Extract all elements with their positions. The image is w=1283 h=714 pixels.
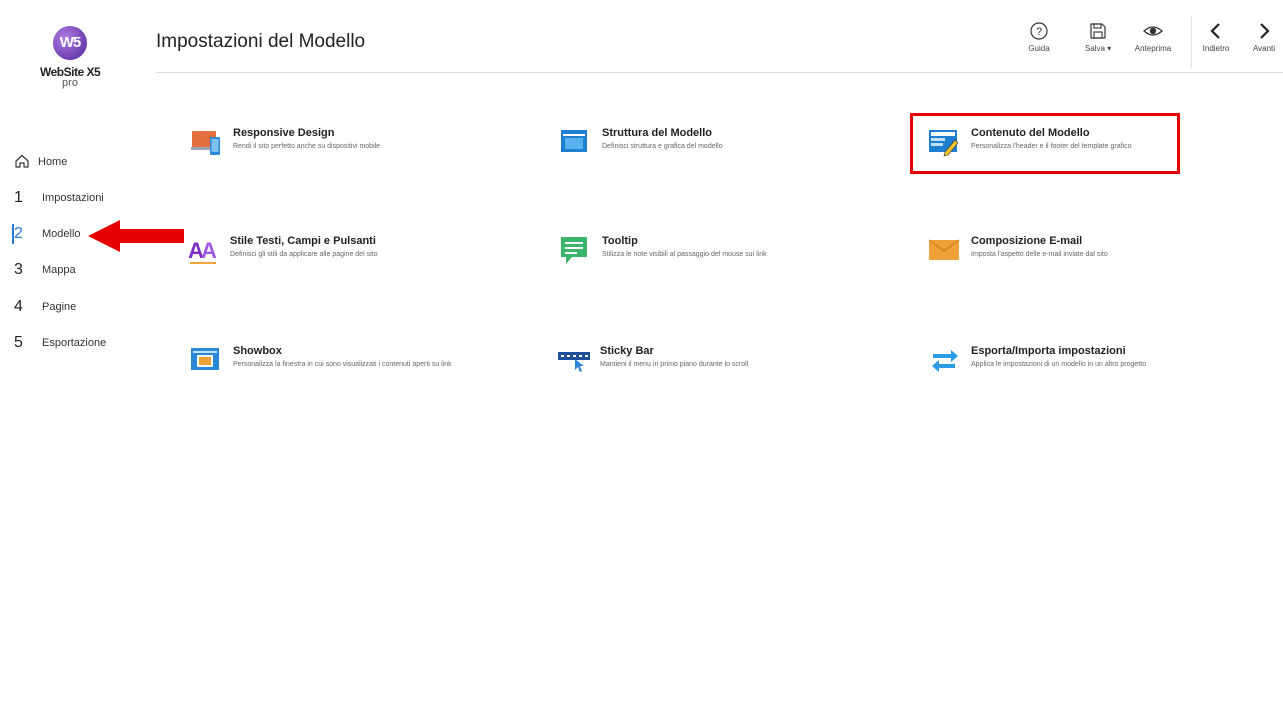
- item-tooltip[interactable]: Tooltip Stilizza le note visibili al pas…: [560, 235, 767, 268]
- sidebar: W5 WebSite X5 pro Home 1 Impostazioni 2 …: [0, 0, 140, 714]
- sidebar-item-label: Modello: [42, 228, 81, 240]
- home-icon: [14, 154, 32, 171]
- svg-text:?: ?: [1036, 26, 1042, 38]
- step-number: 4: [14, 298, 23, 315]
- header-divider: [156, 72, 1283, 73]
- item-struttura-modello[interactable]: Struttura del Modello Definisci struttur…: [560, 127, 723, 160]
- item-description: Definisci struttura e grafica del modell…: [602, 143, 723, 150]
- sidebar-item-impostazioni[interactable]: 1 Impostazioni: [14, 185, 104, 211]
- preview-label: Anteprima: [1134, 44, 1172, 53]
- item-description: Mantieni il menu in primo piano durante …: [600, 361, 749, 368]
- tooltip-icon: [561, 237, 587, 264]
- item-title: Esporta/Importa impostazioni: [971, 345, 1126, 357]
- item-stile-testi[interactable]: A A Stile Testi, Campi e Pulsanti Defini…: [188, 235, 378, 268]
- svg-text:A: A: [201, 238, 217, 263]
- page-title: Impostazioni del Modello: [156, 31, 366, 52]
- chevron-right-icon: [1260, 23, 1270, 39]
- item-title: Responsive Design: [233, 127, 335, 139]
- item-title: Composizione E-mail: [971, 235, 1083, 247]
- sidebar-item-pagine[interactable]: 4 Pagine: [14, 294, 76, 320]
- sidebar-item-esportazione[interactable]: 5 Esportazione: [14, 330, 106, 356]
- history-nav: Indietro Avanti: [1191, 16, 1283, 68]
- forward-button[interactable]: Avanti: [1248, 22, 1280, 53]
- showbox-icon: [191, 348, 219, 370]
- step-number: 5: [14, 334, 23, 351]
- devices-icon: [191, 131, 220, 155]
- item-description: Stilizza le note visibili al passaggio d…: [602, 251, 767, 258]
- item-title: Stile Testi, Campi e Pulsanti: [230, 235, 376, 247]
- sticky-bar-icon: [558, 352, 590, 372]
- step-number: 1: [14, 189, 23, 206]
- item-esporta-importa[interactable]: Esporta/Importa impostazioni Applica le …: [929, 345, 1147, 378]
- help-label: Guida: [1028, 44, 1050, 53]
- app-logo: W5 WebSite X5 pro: [40, 26, 101, 89]
- step-number: 2: [14, 225, 23, 242]
- back-label: Indietro: [1202, 44, 1230, 53]
- item-description: Applica le impostazioni di un modello in…: [971, 361, 1147, 368]
- item-title: Sticky Bar: [600, 345, 654, 357]
- sidebar-item-home[interactable]: Home: [14, 149, 67, 175]
- item-title: Tooltip: [602, 235, 638, 247]
- forward-label: Avanti: [1252, 44, 1276, 53]
- sidebar-item-label: Mappa: [42, 264, 76, 276]
- help-button[interactable]: ? Guida: [1026, 22, 1052, 53]
- chevron-left-icon: [1210, 23, 1220, 39]
- logo-badge: W5: [53, 26, 87, 60]
- app-edition: pro: [62, 77, 78, 89]
- item-description: Definisci gli stili da applicare alle pa…: [230, 251, 378, 258]
- sidebar-item-label: Esportazione: [42, 337, 107, 349]
- sidebar-item-label: Impostazioni: [42, 192, 104, 204]
- save-label: Salva ▾: [1084, 44, 1112, 53]
- back-button[interactable]: Indietro: [1200, 22, 1232, 53]
- item-composizione-email[interactable]: Composizione E-mail Imposta l'aspetto de…: [929, 235, 1108, 268]
- save-button[interactable]: Salva ▾: [1080, 22, 1116, 53]
- item-description: Personalizza la finestra in cui sono vis…: [233, 361, 452, 368]
- sidebar-item-modello[interactable]: 2 Modello: [12, 221, 81, 247]
- export-import-icon: [932, 350, 958, 372]
- sidebar-item-label: Pagine: [42, 301, 77, 313]
- step-number: 3: [14, 261, 23, 278]
- annotation-arrow-icon: [88, 220, 184, 252]
- envelope-icon: [929, 239, 960, 260]
- sidebar-item-label: Home: [38, 156, 68, 168]
- preview-button[interactable]: Anteprima: [1131, 22, 1175, 53]
- item-sticky-bar[interactable]: Sticky Bar Mantieni il menu in primo pia…: [558, 345, 749, 378]
- item-title: Struttura del Modello: [602, 127, 712, 139]
- save-icon: [1090, 23, 1106, 39]
- item-title: Showbox: [233, 345, 282, 357]
- help-icon: ?: [1030, 22, 1048, 40]
- item-description: Rendi il sito perfetto anche su disposit…: [233, 143, 381, 150]
- sidebar-item-mappa[interactable]: 3 Mappa: [14, 257, 76, 283]
- item-description: Imposta l'aspetto delle e-mail inviate d…: [971, 251, 1108, 258]
- item-responsive-design[interactable]: Responsive Design Rendi il sito perfetto…: [191, 127, 381, 160]
- text-style-icon: A A: [188, 238, 217, 264]
- layout-icon: [561, 130, 587, 152]
- eye-icon: [1143, 26, 1163, 36]
- highlight-box: [910, 113, 1180, 174]
- item-showbox[interactable]: Showbox Personalizza la finestra in cui …: [191, 345, 452, 378]
